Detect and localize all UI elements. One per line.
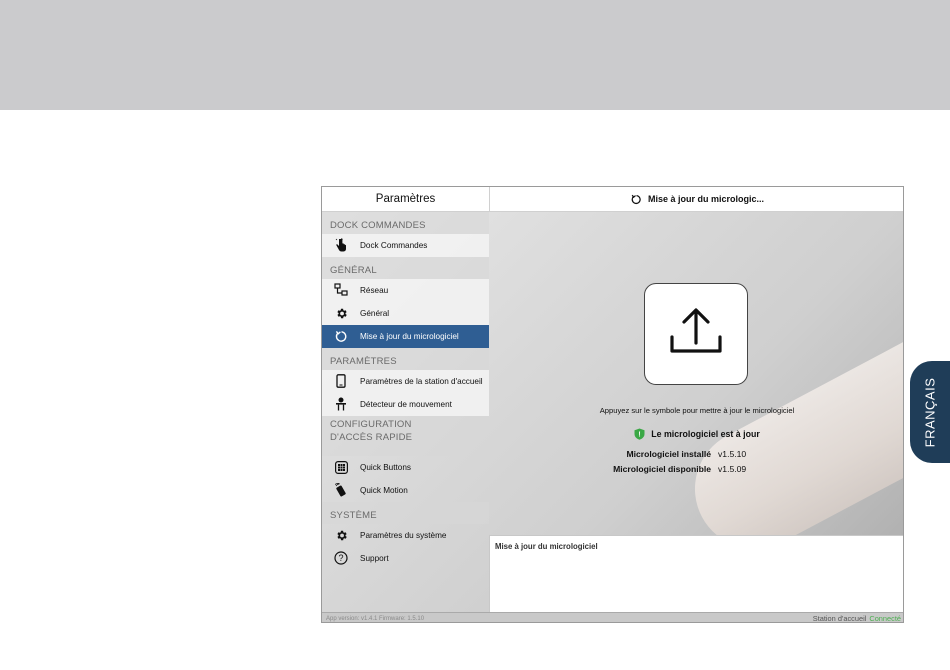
station-label: Station d'accueil <box>812 614 867 623</box>
firmware-upload-button[interactable] <box>644 283 748 385</box>
sidebar-item-support[interactable]: ? Support <box>322 547 489 570</box>
sidebar-item-system-settings[interactable]: Paramètres du système <box>322 524 489 547</box>
installed-firmware-row: Micrologiciel installé v1.5.10 <box>489 449 903 461</box>
network-icon <box>334 283 348 297</box>
svg-text:?: ? <box>338 553 343 563</box>
gear-icon <box>334 528 348 542</box>
section-parametres: PARAMÈTRES <box>322 348 489 370</box>
section-quick-access: CONFIGURATION D'ACCÈS RAPIDE <box>322 416 489 456</box>
shield-check-icon: ! <box>634 428 645 440</box>
sidebar-item-label: Support <box>360 553 389 563</box>
available-value: v1.5.09 <box>718 464 747 474</box>
log-panel: Mise à jour du micrologiciel <box>489 535 903 612</box>
svg-text:!: ! <box>639 432 641 439</box>
motion-sensor-icon <box>334 397 348 411</box>
status-bar: App version: v1.4.1 Firmware: 1.5.10 Sta… <box>322 612 903 623</box>
log-title: Mise à jour du micrologiciel <box>495 542 598 551</box>
status-text: Le micrologiciel est à jour <box>651 429 760 439</box>
hand-tap-icon <box>334 238 348 252</box>
app-window: Paramètres DOCK COMMANDES Dock Commandes… <box>321 186 904 623</box>
phone-icon <box>334 374 348 388</box>
keypad-icon <box>334 460 348 474</box>
refresh-icon <box>631 194 642 205</box>
section-general: GÉNÉRAL <box>322 257 489 279</box>
sidebar-title: Paramètres <box>322 187 489 212</box>
detail-title: Mise à jour du micrologic... <box>647 194 765 204</box>
installed-label: Micrologiciel installé <box>626 449 711 459</box>
section-label-line1: CONFIGURATION <box>330 419 412 430</box>
detail-pane: Mise à jour du micrologic... Appuyez sur… <box>489 187 903 612</box>
detail-header: Mise à jour du micrologic... <box>489 187 903 212</box>
section-systeme: SYSTÈME <box>322 502 489 524</box>
remote-icon <box>334 483 348 497</box>
sidebar-item-reseau[interactable]: Réseau <box>322 279 489 302</box>
sidebar-item-label: Mise à jour du micrologiciel <box>360 331 459 341</box>
refresh-icon <box>334 329 348 343</box>
installed-value: v1.5.10 <box>718 449 747 459</box>
sidebar-item-general[interactable]: Général <box>322 302 489 325</box>
sidebar-item-firmware-update[interactable]: Mise à jour du micrologiciel <box>322 325 489 348</box>
question-circle-icon: ? <box>334 551 348 565</box>
language-label: FRANÇAIS <box>922 377 938 447</box>
connection-state: Connecté <box>869 614 901 623</box>
firmware-status: ! Le micrologiciel est à jour <box>489 428 903 440</box>
app-version-text: App version: v1.4.1 Firmware: 1.5.10 <box>326 615 425 622</box>
sidebar-item-label: Réseau <box>360 285 389 295</box>
sidebar-item-quick-buttons[interactable]: Quick Buttons <box>322 456 489 479</box>
sidebar-item-label: Général <box>360 308 390 318</box>
language-tab: FRANÇAIS <box>910 361 950 463</box>
settings-sidebar: Paramètres DOCK COMMANDES Dock Commandes… <box>322 187 489 612</box>
gear-icon <box>334 306 348 320</box>
sidebar-item-motion-detector[interactable]: Détecteur de mouvement <box>322 393 489 416</box>
available-firmware-row: Micrologiciel disponible v1.5.09 <box>489 464 903 476</box>
update-instruction: Appuyez sur le symbole pour mettre à jou… <box>599 406 795 415</box>
sidebar-item-label: Dock Commandes <box>360 240 428 250</box>
sidebar-item-label: Quick Motion <box>360 485 408 495</box>
sidebar-item-label: Paramètres du système <box>360 530 447 540</box>
sidebar-item-dock-commandes[interactable]: Dock Commandes <box>322 234 489 257</box>
sidebar-item-label: Détecteur de mouvement <box>360 399 452 409</box>
section-dock-commandes: DOCK COMMANDES <box>322 212 489 234</box>
top-banner <box>0 0 950 110</box>
sidebar-item-station-settings[interactable]: Paramètres de la station d'accueil <box>322 370 489 393</box>
sidebar-item-quick-motion[interactable]: Quick Motion <box>322 479 489 502</box>
sidebar-item-label: Quick Buttons <box>360 462 411 472</box>
upload-icon <box>668 305 724 364</box>
section-label-line2: D'ACCÈS RAPIDE <box>330 432 413 443</box>
sidebar-item-label: Paramètres de la station d'accueil <box>360 376 483 386</box>
station-status: Station d'accueil Connecté <box>812 614 901 623</box>
available-label: Micrologiciel disponible <box>613 464 711 474</box>
